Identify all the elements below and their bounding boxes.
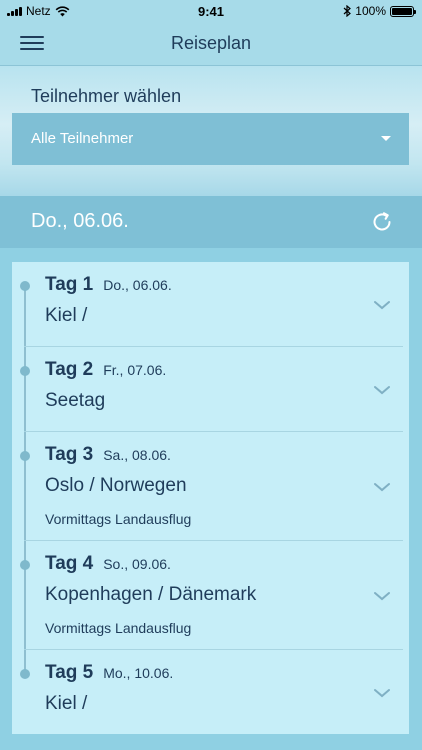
timeline-dot [20,451,30,461]
day-date: Fr., 07.06. [103,362,167,378]
day-item-5[interactable]: Tag 5 Mo., 10.06. Kiel / [12,650,409,734]
day-place: Kiel / [45,305,88,326]
timeline-dot [20,669,30,679]
chevron-down-icon [374,689,390,698]
timeline-dot [20,560,30,570]
participant-section: Teilnehmer wählen Alle Teilnehmer [0,66,422,196]
chevron-down-icon [374,386,390,395]
bluetooth-icon [343,5,352,17]
battery-level [392,7,412,15]
status-bar: Netz 9:41 100% [0,0,422,22]
participant-label: Teilnehmer wählen [31,86,182,106]
navigation-bar: Reiseplan [0,22,422,66]
battery-percent: 100% [355,4,386,18]
page-title: Reiseplan [170,33,252,53]
timeline-dot [20,366,30,376]
timeline-dot [20,281,30,291]
day-label: Tag 2 [45,359,94,380]
chevron-down-icon [374,483,390,492]
status-right: 100% [343,4,416,18]
day-item-2[interactable]: Tag 2 Fr., 07.06. Seetag [12,347,409,432]
current-date: Do., 06.06. [31,210,129,232]
day-item-4[interactable]: Tag 4 So., 09.06. Kopenhagen / Dänemark … [12,541,409,650]
participant-dropdown[interactable]: Alle Teilnehmer [12,113,409,165]
day-label: Tag 5 [45,662,94,683]
day-item-3[interactable]: Tag 3 Sa., 08.06. Oslo / Norwegen Vormit… [12,432,409,541]
chevron-down-icon [374,301,390,310]
itinerary-list: Tag 1 Do., 06.06. Kiel / Tag 2 Fr., 07.0… [12,262,409,734]
day-place: Kiel / [45,693,88,714]
day-heading: Tag 2 Fr., 07.06. [45,359,166,381]
day-place: Seetag [45,390,106,411]
day-excursion: Vormittags Landausflug [45,511,192,527]
day-label: Tag 1 [45,274,94,295]
caret-down-icon [381,136,391,141]
day-heading: Tag 1 Do., 06.06. [45,274,172,296]
participant-selected-value: Alle Teilnehmer [31,130,134,147]
day-date: So., 09.06. [103,556,171,572]
day-date: Sa., 08.06. [103,447,171,463]
day-heading: Tag 3 Sa., 08.06. [45,444,171,466]
day-item-1[interactable]: Tag 1 Do., 06.06. Kiel / [12,262,409,347]
day-label: Tag 3 [45,444,94,465]
day-place: Oslo / Norwegen [45,475,187,496]
day-heading: Tag 5 Mo., 10.06. [45,662,173,684]
day-label: Tag 4 [45,553,94,574]
day-place: Kopenhagen / Dänemark [45,584,257,605]
day-date: Do., 06.06. [103,277,172,293]
date-header: Do., 06.06. [0,196,422,248]
battery-icon [390,5,416,17]
day-heading: Tag 4 So., 09.06. [45,553,171,575]
refresh-icon[interactable] [370,210,394,234]
day-date: Mo., 10.06. [103,665,174,681]
chevron-down-icon [374,592,390,601]
day-excursion: Vormittags Landausflug [45,620,192,636]
